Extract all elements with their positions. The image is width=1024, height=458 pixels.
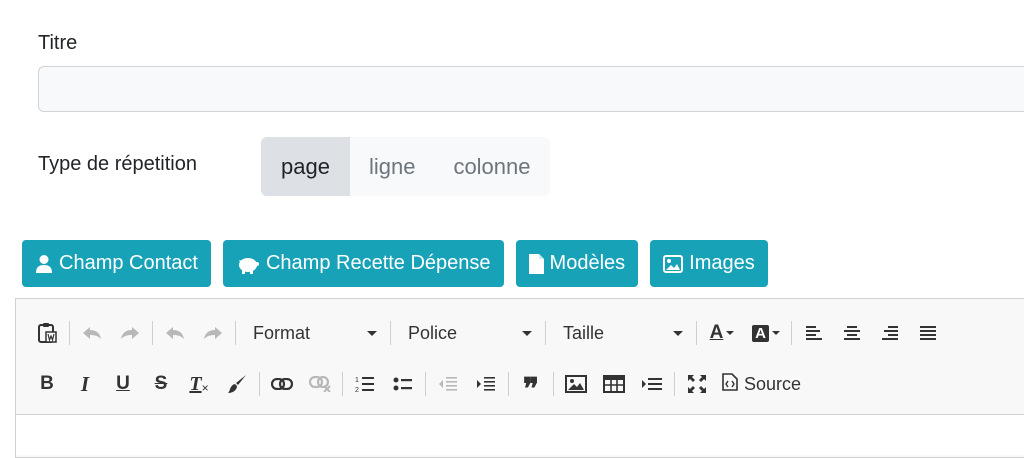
background-color-button[interactable]: A [744,317,788,349]
undo-alt-icon[interactable] [156,317,194,349]
background-color-icon: A [752,324,780,342]
repeat-type-segmented: page ligne colonne [261,137,550,196]
repeat-type-label: Type de répetition [38,153,197,175]
toolbar-separator [425,372,426,396]
source-code-icon [722,372,738,396]
bold-icon[interactable]: B [28,368,66,400]
champ-contact-button[interactable]: Champ Contact [22,240,211,287]
image-icon [663,254,684,273]
align-right-icon[interactable] [871,317,909,349]
file-icon [528,253,544,274]
insert-table-icon[interactable] [595,368,633,400]
bulleted-list-icon[interactable] [384,368,422,400]
chevron-down-icon [673,330,683,336]
toolbar-separator [152,321,153,345]
toolbar-separator [545,321,546,345]
numbered-list-icon[interactable]: 12 [346,368,384,400]
toolbar-separator [259,372,260,396]
size-dropdown-label: Taille [563,322,605,343]
align-center-icon[interactable] [833,317,871,349]
paste-from-word-icon[interactable] [28,317,66,349]
blockquote-icon[interactable]: ❞ [512,368,550,406]
toolbar-separator [696,321,697,345]
paintbrush-icon[interactable] [218,368,256,400]
insert-image-icon[interactable] [557,368,595,400]
underline-icon[interactable]: U [104,368,142,400]
align-left-icon[interactable] [795,317,833,349]
images-label: Images [689,252,755,274]
source-label: Source [744,373,802,394]
editor-toolbar-row-2: B I U S T × 12 ❞ Source [28,366,807,406]
insert-page-break-icon[interactable] [633,368,671,400]
redo-icon[interactable] [111,317,149,349]
outdent-icon[interactable] [429,368,467,400]
italic-icon[interactable]: I [66,368,104,400]
images-button[interactable]: Images [650,240,768,287]
champ-recette-depense-label: Champ Recette Dépense [265,252,491,274]
text-color-button[interactable]: A [700,317,744,349]
text-color-icon: A [710,322,735,344]
source-button[interactable]: Source [716,372,807,396]
user-icon [35,254,53,274]
toolbar-separator [69,321,70,345]
redo-alt-icon[interactable] [194,317,232,349]
svg-text:1: 1 [355,377,359,384]
toolbar-separator [342,372,343,396]
champ-recette-depense-button[interactable]: Champ Recette Dépense [222,240,504,287]
toolbar-separator [674,372,675,396]
svg-text:2: 2 [355,387,359,393]
champ-contact-label: Champ Contact [59,252,198,274]
link-icon[interactable] [263,368,301,400]
toolbar-separator [390,321,391,345]
size-dropdown[interactable]: Taille [549,317,693,349]
insert-buttons: Champ Contact Champ Recette Dépense Modè… [22,240,768,287]
repeat-option-ligne[interactable]: ligne [350,137,434,196]
toolbar-separator [235,321,236,345]
align-justify-icon[interactable] [909,317,947,349]
undo-icon[interactable] [73,317,111,349]
remove-format-icon[interactable]: T × [180,368,218,400]
chevron-down-icon [367,330,377,336]
editor-toolbar-row-1: Format Police Taille A A [28,315,947,351]
format-dropdown[interactable]: Format [239,317,387,349]
format-dropdown-label: Format [253,322,311,343]
title-label: Titre [38,32,78,54]
repeat-option-page[interactable]: page [261,137,350,196]
unlink-icon[interactable] [301,368,339,400]
editor-content-area[interactable] [16,414,1024,455]
repeat-option-colonne[interactable]: colonne [434,137,549,196]
maximize-icon[interactable] [678,368,716,400]
piggy-bank-icon [236,254,260,274]
toolbar-separator [553,372,554,396]
toolbar-separator [791,321,792,345]
strikethrough-icon[interactable]: S [142,368,180,400]
title-input[interactable] [38,66,1024,112]
modeles-button[interactable]: Modèles [515,240,639,287]
font-dropdown[interactable]: Police [394,317,542,349]
toolbar-separator [508,372,509,396]
modeles-label: Modèles [549,252,626,274]
chevron-down-icon [522,330,532,336]
indent-icon[interactable] [467,368,505,400]
font-dropdown-label: Police [408,322,458,343]
